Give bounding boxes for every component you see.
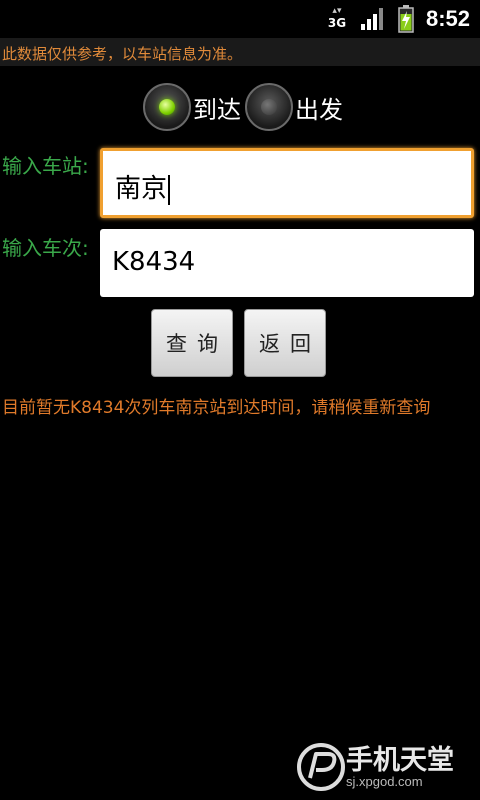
result-message: 目前暂无K8434次列车南京站到达时间，请稍候重新查询 (2, 398, 431, 418)
watermark: 手机天堂 sj.xpgod.com (294, 738, 474, 794)
radio-unselected-indicator (261, 99, 277, 115)
text-caret (168, 174, 171, 205)
direction-radio-group: 到达 出发 (143, 82, 347, 132)
notice-text: 此数据仅供参考，以车站信息为准。 (2, 45, 243, 63)
train-label: 输入车次: (2, 236, 89, 260)
clock: 8:52 (425, 6, 470, 31)
signal-strength-icon (360, 8, 383, 30)
departure-label[interactable]: 出发 (295, 90, 343, 125)
station-label: 输入车站: (2, 154, 89, 178)
train-input[interactable]: K8434 (100, 229, 474, 297)
watermark-url: sj.xpgod.com (346, 774, 423, 789)
network-type-label: 3G (327, 16, 347, 30)
query-button[interactable]: 查询 (151, 309, 233, 377)
radio-selected-indicator (159, 99, 175, 115)
arrival-label[interactable]: 到达 (193, 90, 241, 125)
station-input-value: 南京 (115, 174, 168, 204)
xpgod-logo-icon (297, 743, 345, 791)
network-activity-arrows: ▴▾ (332, 6, 342, 16)
battery-charging-icon (398, 5, 414, 33)
arrival-radio[interactable] (143, 83, 191, 131)
train-input-value: K8434 (112, 247, 196, 277)
status-icons: ▴▾ 3G 8:52 (326, 0, 480, 38)
departure-radio[interactable] (245, 83, 293, 131)
status-bar: ▴▾ 3G 8:52 (0, 0, 480, 38)
watermark-title: 手机天堂 (346, 745, 454, 776)
station-input[interactable]: 南京 (100, 148, 474, 218)
notice-bar: 此数据仅供参考，以车站信息为准。 (0, 38, 480, 66)
station-input-value-wrap: 南京 (115, 168, 171, 205)
network-3g-icon: ▴▾ 3G (326, 6, 348, 32)
back-button[interactable]: 返回 (244, 309, 326, 377)
